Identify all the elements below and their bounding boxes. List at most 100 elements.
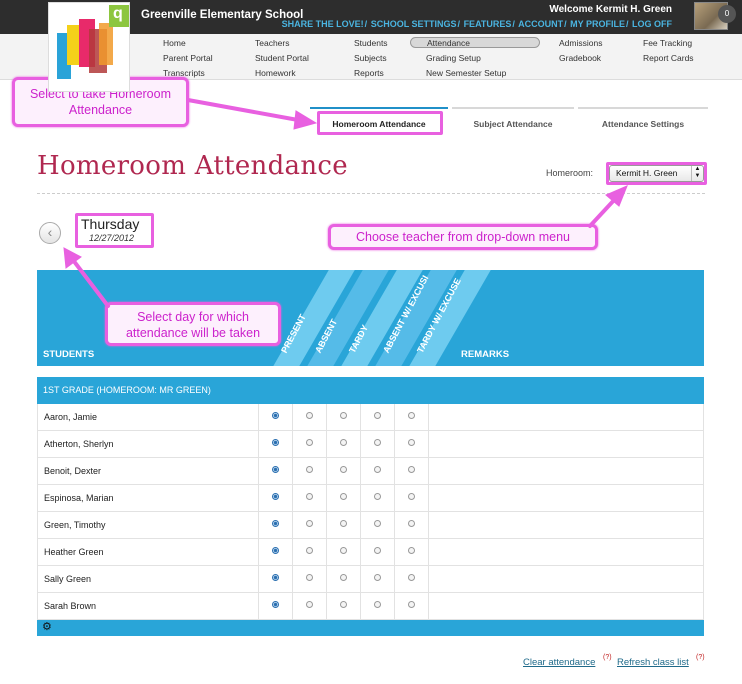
status-radio-absent-w-excusi[interactable] bbox=[374, 466, 381, 473]
status-radio-tardy[interactable] bbox=[340, 466, 347, 473]
status-radio-tardy[interactable] bbox=[340, 574, 347, 581]
status-radio-absent[interactable] bbox=[306, 466, 313, 473]
status-radio-absent[interactable] bbox=[306, 439, 313, 446]
remarks-input[interactable] bbox=[428, 539, 703, 565]
status-radio-tardy-w-excuse[interactable] bbox=[408, 412, 415, 419]
remarks-input[interactable] bbox=[428, 485, 703, 511]
status-cell bbox=[360, 431, 394, 457]
status-radio-absent[interactable] bbox=[306, 547, 313, 554]
status-radio-absent-w-excusi[interactable] bbox=[374, 601, 381, 608]
app-logo[interactable]: q bbox=[48, 2, 130, 92]
nav-teachers[interactable]: Teachers bbox=[255, 38, 290, 48]
previous-day-button[interactable]: ‹ bbox=[39, 222, 61, 244]
status-cell bbox=[394, 431, 428, 457]
table-footer-bar: ⚙ bbox=[37, 620, 704, 636]
remarks-input[interactable] bbox=[428, 404, 703, 430]
status-cell bbox=[394, 512, 428, 538]
status-radio-absent[interactable] bbox=[306, 574, 313, 581]
log-off-link[interactable]: LOG OFF bbox=[632, 19, 672, 29]
status-radio-present[interactable] bbox=[272, 412, 279, 419]
status-radio-present[interactable] bbox=[272, 601, 279, 608]
help-icon[interactable]: (?) bbox=[603, 654, 612, 661]
column-header-remarks: REMARKS bbox=[461, 349, 510, 360]
status-cell bbox=[258, 458, 292, 484]
nav-report-cards[interactable]: Report Cards bbox=[643, 53, 694, 63]
status-radio-present[interactable] bbox=[272, 493, 279, 500]
status-radio-present[interactable] bbox=[272, 574, 279, 581]
status-radio-absent-w-excusi[interactable] bbox=[374, 439, 381, 446]
nav-admissions[interactable]: Admissions bbox=[559, 38, 602, 48]
notification-badge[interactable]: 0 bbox=[718, 5, 736, 23]
nav-students[interactable]: Students bbox=[354, 38, 388, 48]
status-radio-absent-w-excusi[interactable] bbox=[374, 493, 381, 500]
status-radio-tardy[interactable] bbox=[340, 439, 347, 446]
help-icon[interactable]: (?) bbox=[696, 654, 705, 661]
clear-attendance-link[interactable]: Clear attendance bbox=[523, 657, 595, 668]
nav-homework[interactable]: Homework bbox=[255, 68, 296, 78]
status-radio-tardy[interactable] bbox=[340, 601, 347, 608]
status-radio-tardy[interactable] bbox=[340, 412, 347, 419]
nav-attendance[interactable]: Attendance bbox=[410, 37, 540, 48]
status-radio-tardy[interactable] bbox=[340, 547, 347, 554]
status-radio-absent[interactable] bbox=[306, 601, 313, 608]
homeroom-select[interactable]: Kermit H. Green ▲ ▼ bbox=[609, 165, 704, 182]
nav-new-semester-setup[interactable]: New Semester Setup bbox=[426, 68, 506, 78]
nav-subjects[interactable]: Subjects bbox=[354, 53, 387, 63]
status-radio-tardy[interactable] bbox=[340, 520, 347, 527]
status-radio-tardy-w-excuse[interactable] bbox=[408, 493, 415, 500]
status-radio-absent-w-excusi[interactable] bbox=[374, 520, 381, 527]
status-radio-absent[interactable] bbox=[306, 520, 313, 527]
school-settings-link[interactable]: SCHOOL SETTINGS bbox=[371, 19, 457, 29]
remarks-input[interactable] bbox=[428, 512, 703, 538]
status-cell bbox=[258, 431, 292, 457]
status-radio-present[interactable] bbox=[272, 547, 279, 554]
student-name: Green, Timothy bbox=[44, 520, 106, 530]
table-row: Green, Timothy bbox=[37, 512, 704, 539]
remarks-input[interactable] bbox=[428, 458, 703, 484]
title-divider bbox=[37, 193, 705, 194]
features-link[interactable]: FEATURES bbox=[464, 19, 512, 29]
remarks-input[interactable] bbox=[428, 593, 703, 619]
nav-student-portal[interactable]: Student Portal bbox=[255, 53, 309, 63]
status-cell bbox=[258, 404, 292, 430]
status-radio-tardy-w-excuse[interactable] bbox=[408, 466, 415, 473]
status-radio-tardy[interactable] bbox=[340, 493, 347, 500]
share-the-love-link[interactable]: SHARE THE LOVE! bbox=[282, 19, 364, 29]
status-radio-absent-w-excusi[interactable] bbox=[374, 412, 381, 419]
status-radio-absent[interactable] bbox=[306, 493, 313, 500]
status-radio-tardy-w-excuse[interactable] bbox=[408, 601, 415, 608]
status-radio-tardy-w-excuse[interactable] bbox=[408, 439, 415, 446]
status-radio-tardy-w-excuse[interactable] bbox=[408, 574, 415, 581]
my-profile-link[interactable]: MY PROFILE bbox=[570, 19, 625, 29]
nav-gradebook[interactable]: Gradebook bbox=[559, 53, 601, 63]
account-link[interactable]: ACCOUNT bbox=[518, 19, 563, 29]
nav-reports[interactable]: Reports bbox=[354, 68, 384, 78]
tab-attendance-settings[interactable]: Attendance Settings bbox=[578, 107, 708, 131]
nav-fee-tracking[interactable]: Fee Tracking bbox=[643, 38, 692, 48]
status-cell bbox=[326, 431, 360, 457]
nav-home[interactable]: Home bbox=[163, 38, 186, 48]
remarks-input[interactable] bbox=[428, 431, 703, 457]
status-cell bbox=[360, 485, 394, 511]
status-radio-absent-w-excusi[interactable] bbox=[374, 547, 381, 554]
status-radio-present[interactable] bbox=[272, 520, 279, 527]
status-radio-absent-w-excusi[interactable] bbox=[374, 574, 381, 581]
table-row: Sarah Brown bbox=[37, 593, 704, 620]
refresh-class-list-link[interactable]: Refresh class list bbox=[617, 657, 689, 668]
tab-subject-attendance[interactable]: Subject Attendance bbox=[452, 107, 574, 131]
gear-icon[interactable]: ⚙ bbox=[42, 621, 52, 634]
status-radio-present[interactable] bbox=[272, 439, 279, 446]
table-row: Espinosa, Marian bbox=[37, 485, 704, 512]
nav-parent-portal[interactable]: Parent Portal bbox=[163, 53, 213, 63]
status-radio-absent[interactable] bbox=[306, 412, 313, 419]
homeroom-select-value: Kermit H. Green bbox=[616, 168, 678, 178]
status-cell bbox=[292, 512, 326, 538]
nav-grading-setup[interactable]: Grading Setup bbox=[426, 53, 481, 63]
table-row: Sally Green bbox=[37, 566, 704, 593]
status-radio-present[interactable] bbox=[272, 466, 279, 473]
status-radio-tardy-w-excuse[interactable] bbox=[408, 520, 415, 527]
status-cell bbox=[360, 458, 394, 484]
status-cell bbox=[292, 404, 326, 430]
remarks-input[interactable] bbox=[428, 566, 703, 592]
status-radio-tardy-w-excuse[interactable] bbox=[408, 547, 415, 554]
